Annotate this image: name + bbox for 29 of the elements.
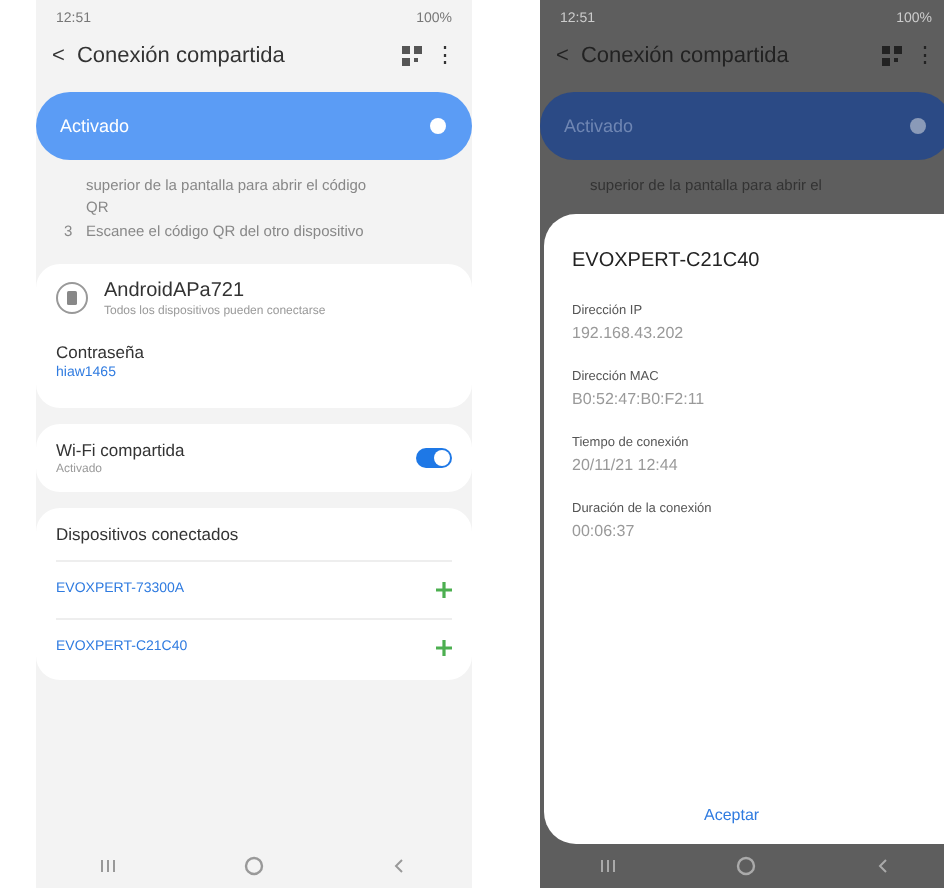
qr-code-icon[interactable]: [402, 45, 422, 65]
more-options-button[interactable]: ⋮: [914, 42, 936, 68]
field-value: B0:52:47:B0:F2:11: [572, 389, 707, 407]
more-options-button[interactable]: ⋮: [434, 42, 456, 68]
hotspot-label: Activado: [60, 116, 130, 136]
home-icon[interactable]: [736, 856, 756, 876]
field-value: 192.168.43.202: [572, 323, 686, 341]
back-button[interactable]: <: [52, 43, 65, 67]
password-label[interactable]: Contraseña: [56, 341, 452, 361]
recent-apps-icon[interactable]: [100, 858, 116, 874]
wifi-sharing-label: Wi-Fi compartida: [56, 439, 185, 459]
screen-title: Conexión compartida: [76, 43, 287, 67]
network-name[interactable]: AndroidAPa721: [104, 279, 326, 301]
plus-icon[interactable]: [436, 639, 452, 655]
back-icon[interactable]: [392, 858, 408, 874]
hotspot-label: Activado: [564, 116, 634, 136]
home-icon[interactable]: [244, 856, 264, 876]
plus-icon[interactable]: [436, 581, 452, 597]
recent-apps-icon[interactable]: [600, 858, 616, 874]
devices-heading: Dispositivos conectados: [56, 523, 241, 548]
wifi-sharing-switch[interactable]: [416, 447, 452, 467]
phone-icon: [56, 282, 88, 314]
field-value: 20/11/21 12:44: [572, 455, 680, 473]
field-value: 00:06:37: [572, 521, 637, 539]
dialog-title: EVOXPERT-C21C40: [572, 247, 762, 275]
back-button[interactable]: <: [556, 43, 569, 67]
accept-button[interactable]: Aceptar: [704, 806, 760, 824]
screen-title: Conexión compartida: [580, 43, 791, 67]
back-icon[interactable]: [876, 858, 892, 874]
